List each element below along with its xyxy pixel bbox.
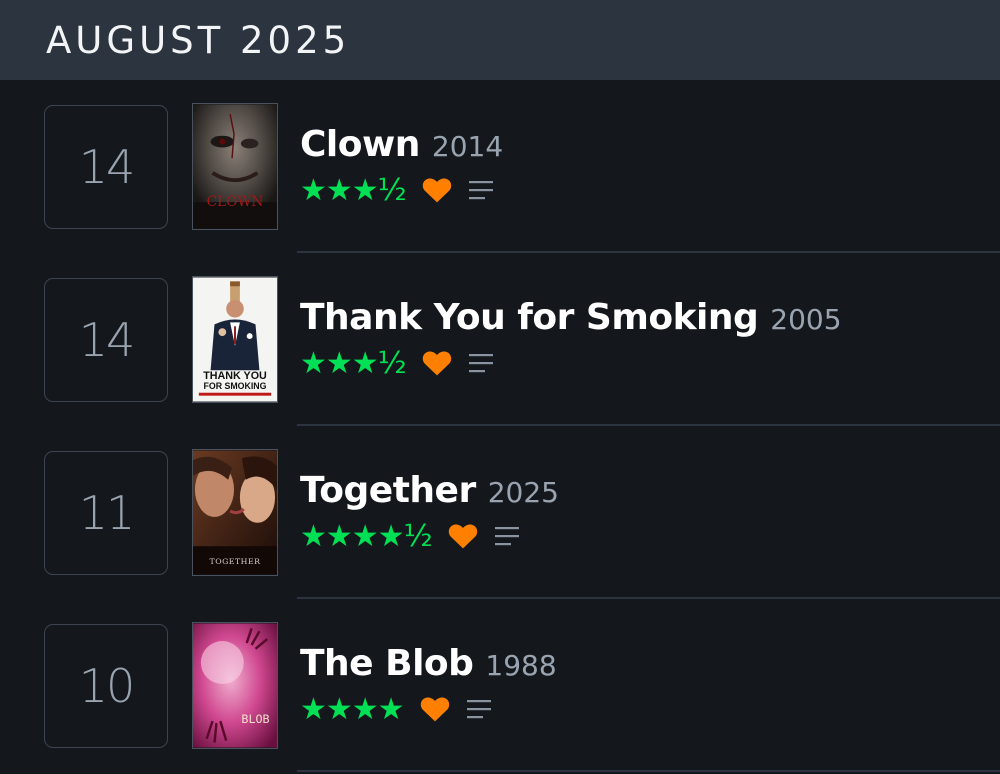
entry-divider: [297, 770, 1000, 772]
month-header: AUGUST 2025: [0, 0, 1000, 80]
heart-icon: [448, 523, 478, 549]
the-blob-poster-image: BLOB: [193, 623, 277, 748]
heart-icon: [420, 696, 450, 722]
film-title[interactable]: The Blob: [300, 643, 474, 684]
day-badge[interactable]: 14: [44, 278, 168, 402]
poster-title-text: BLOB: [241, 712, 269, 726]
poster-title-text: CLOWN: [207, 194, 264, 210]
review-lines-icon[interactable]: [468, 179, 496, 201]
star-rating: ★★★★½: [300, 518, 433, 554]
star-rating: ★★★½: [300, 345, 407, 381]
film-year[interactable]: 2005: [770, 303, 841, 336]
film-info: Together 2025 ★★★★½: [300, 470, 559, 554]
diary-entry[interactable]: 14 THANK YOU FOR SMOKING Thank You for S…: [0, 253, 1000, 426]
heart-icon: [422, 177, 452, 203]
diary-entry[interactable]: 11 TOGETHER Together 2025 ★★★★½: [0, 426, 1000, 599]
heart-icon: [422, 350, 452, 376]
film-title[interactable]: Together: [300, 470, 476, 511]
film-poster[interactable]: BLOB: [192, 622, 278, 749]
star-rating: ★★★★: [300, 691, 405, 727]
film-poster[interactable]: TOGETHER: [192, 449, 278, 576]
day-badge[interactable]: 14: [44, 105, 168, 229]
day-badge[interactable]: 10: [44, 624, 168, 748]
clown-poster-image: CLOWN: [193, 104, 277, 229]
review-lines-icon[interactable]: [466, 698, 494, 720]
star-rating: ★★★½: [300, 172, 407, 208]
film-poster[interactable]: CLOWN: [192, 103, 278, 230]
film-title[interactable]: Thank You for Smoking: [300, 297, 759, 338]
diary-list: 14 CLOWN Clown 2014 ★★★½ 14 THANK YOU FO…: [0, 80, 1000, 772]
together-poster-image: TOGETHER: [193, 450, 277, 575]
film-title[interactable]: Clown: [300, 124, 420, 165]
film-year[interactable]: 2025: [488, 476, 559, 509]
diary-entry[interactable]: 10 BLOB The Blob 1988 ★★★★: [0, 599, 1000, 772]
thank-you-for-smoking-poster-image: THANK YOU FOR SMOKING: [193, 277, 277, 402]
diary-entry[interactable]: 14 CLOWN Clown 2014 ★★★½: [0, 80, 1000, 253]
film-poster[interactable]: THANK YOU FOR SMOKING: [192, 276, 278, 403]
film-year[interactable]: 2014: [432, 130, 503, 163]
poster-title-text-line2: FOR SMOKING: [204, 381, 267, 391]
film-info: Clown 2014 ★★★½: [300, 124, 503, 208]
month-title: AUGUST 2025: [46, 18, 351, 62]
film-info: Thank You for Smoking 2005 ★★★½: [300, 297, 842, 381]
poster-title-text: TOGETHER: [210, 557, 262, 566]
film-info: The Blob 1988 ★★★★: [300, 643, 557, 727]
film-year[interactable]: 1988: [485, 649, 556, 682]
day-badge[interactable]: 11: [44, 451, 168, 575]
review-lines-icon[interactable]: [468, 352, 496, 374]
review-lines-icon[interactable]: [494, 525, 522, 547]
